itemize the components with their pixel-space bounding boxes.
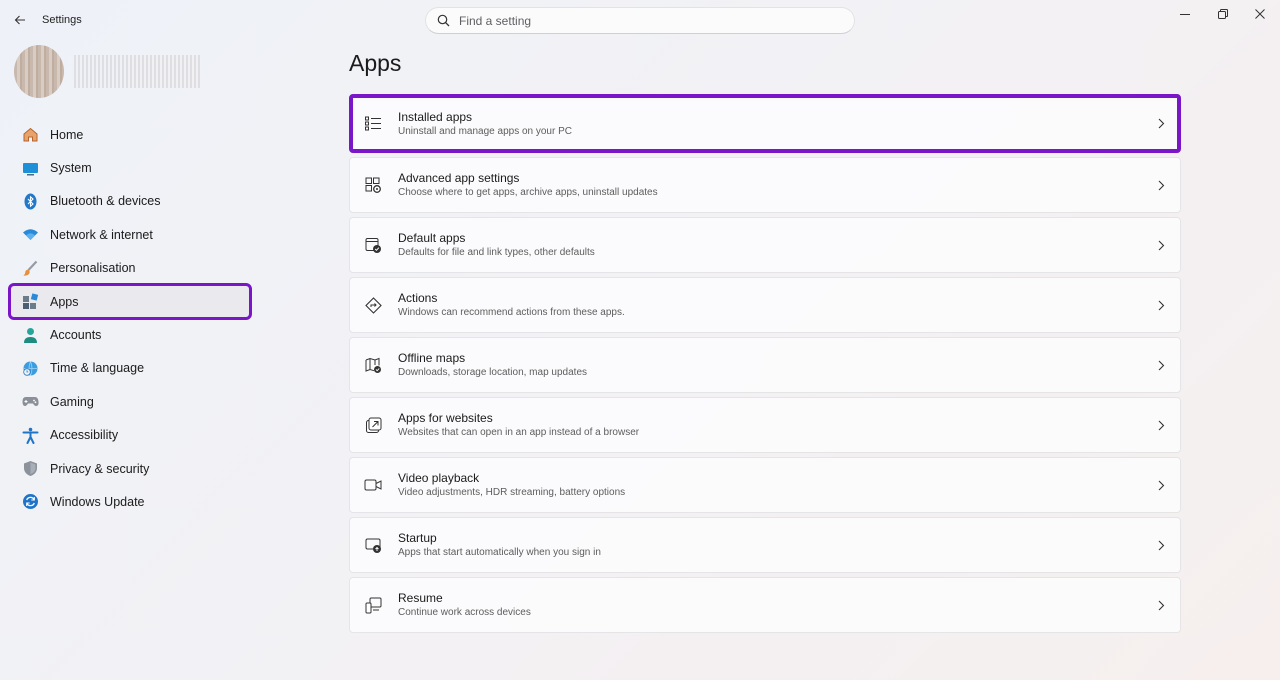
sidebar-item-label: Home [50, 127, 84, 142]
settings-list: Installed apps Uninstall and manage apps… [349, 94, 1181, 637]
sidebar-item-privacy[interactable]: Privacy & security [10, 452, 250, 485]
close-button[interactable] [1247, 6, 1273, 22]
chevron-right-icon [1156, 118, 1166, 130]
chevron-right-icon [1156, 419, 1166, 431]
resume-icon [364, 596, 382, 614]
card-title: Actions [398, 291, 438, 305]
card-title: Startup [398, 531, 437, 545]
card-title: Default apps [398, 231, 466, 245]
page-title: Apps [349, 50, 402, 76]
accessibility-icon [22, 427, 39, 444]
card-title: Installed apps [398, 109, 473, 124]
apps-for-websites-card[interactable]: Apps for websites Websites that can open… [349, 397, 1181, 453]
card-subtitle: Downloads, storage location, map updates [398, 367, 588, 378]
sidebar-item-time-language[interactable]: Time & language [10, 352, 250, 385]
close-icon [1255, 9, 1265, 19]
open-external-icon [364, 416, 382, 434]
card-subtitle: Defaults for file and link types, other … [398, 247, 595, 258]
card-subtitle: Websites that can open in an app instead… [398, 427, 640, 438]
sidebar-item-label: Windows Update [50, 494, 145, 509]
sidebar-item-label: Personalisation [50, 261, 136, 276]
search-icon [436, 14, 450, 28]
resume-card[interactable]: Resume Continue work across devices [349, 577, 1181, 633]
actions-icon [364, 296, 382, 314]
card-title: Apps for websites [398, 411, 493, 425]
chevron-right-icon [1156, 239, 1166, 251]
actions-card[interactable]: Actions Windows can recommend actions fr… [349, 277, 1181, 333]
chevron-right-icon [1156, 599, 1166, 611]
sidebar-item-personalisation[interactable]: Personalisation [10, 252, 250, 285]
offline-maps-card[interactable]: Offline maps Downloads, storage location… [349, 337, 1181, 393]
sidebar-item-windows-update[interactable]: Windows Update [10, 485, 250, 518]
card-title: Offline maps [398, 351, 466, 365]
app-settings-icon [364, 176, 382, 194]
video-playback-card[interactable]: Video playback Video adjustments, HDR st… [349, 457, 1181, 513]
sidebar-item-gaming[interactable]: Gaming [10, 385, 250, 418]
card-title: Video playback [398, 471, 480, 485]
chevron-right-icon [1156, 179, 1166, 191]
map-icon [364, 356, 382, 374]
card-subtitle: Apps that start automatically when you s… [398, 547, 601, 558]
sidebar-item-label: System [50, 161, 92, 176]
default-apps-card[interactable]: Default apps Defaults for file and link … [349, 217, 1181, 273]
sidebar-item-accounts[interactable]: Accounts [10, 318, 250, 351]
sidebar-item-system[interactable]: System [10, 151, 250, 184]
sidebar-item-label: Apps [50, 294, 79, 309]
sidebar-item-label: Privacy & security [50, 461, 150, 476]
sidebar-item-accessibility[interactable]: Accessibility [10, 419, 250, 452]
list-icon [364, 115, 382, 133]
card-title: Advanced app settings [398, 171, 520, 185]
card-subtitle: Uninstall and manage apps on your PC [398, 125, 572, 137]
bluetooth-icon [22, 193, 39, 210]
installed-apps-card[interactable]: Installed apps Uninstall and manage apps… [349, 94, 1181, 153]
home-icon [22, 126, 39, 143]
default-apps-icon [364, 236, 382, 254]
title-bar: Settings [0, 0, 1280, 40]
system-icon [22, 160, 39, 177]
advanced-app-settings-card[interactable]: Advanced app settings Choose where to ge… [349, 157, 1181, 213]
card-subtitle: Choose where to get apps, archive apps, … [398, 187, 658, 198]
card-subtitle: Continue work across devices [398, 607, 531, 618]
back-arrow-icon [14, 15, 25, 25]
apps-icon [22, 293, 39, 310]
sidebar-item-label: Accessibility [50, 428, 119, 443]
sidebar-item-label: Accounts [50, 328, 102, 343]
sidebar-item-label: Network & internet [50, 227, 153, 242]
search-input[interactable] [459, 13, 839, 28]
update-icon [22, 493, 39, 510]
sidebar-nav: Home System Bluetooth & devices Network … [8, 118, 252, 519]
video-icon [364, 476, 382, 494]
startup-icon [364, 536, 382, 554]
chevron-right-icon [1156, 539, 1166, 551]
avatar[interactable] [14, 45, 64, 98]
chevron-right-icon [1156, 359, 1166, 371]
sidebar-item-bluetooth[interactable]: Bluetooth & devices [10, 185, 250, 218]
wifi-icon [22, 226, 39, 243]
sidebar-item-network[interactable]: Network & internet [10, 218, 250, 251]
search-box[interactable] [425, 7, 855, 34]
sidebar-item-home[interactable]: Home [10, 118, 250, 151]
sidebar-item-label: Gaming [50, 394, 94, 409]
back-button[interactable] [10, 10, 30, 30]
card-subtitle: Windows can recommend actions from these… [398, 307, 625, 318]
chevron-right-icon [1156, 479, 1166, 491]
sidebar-item-label: Bluetooth & devices [50, 194, 161, 209]
gamepad-icon [22, 393, 39, 410]
card-title: Resume [398, 591, 443, 605]
sidebar-item-apps[interactable]: Apps [8, 282, 252, 321]
restore-button[interactable] [1210, 6, 1236, 22]
window-title: Settings [42, 14, 82, 26]
brush-icon [22, 260, 39, 277]
card-subtitle: Video adjustments, HDR streaming, batter… [398, 487, 626, 498]
chevron-right-icon [1156, 299, 1166, 311]
profile-name-blurred [74, 55, 200, 88]
startup-card[interactable]: Startup Apps that start automatically wh… [349, 517, 1181, 573]
sidebar-item-label: Time & language [50, 361, 145, 376]
globe-clock-icon [22, 360, 39, 377]
minimize-button[interactable] [1172, 6, 1198, 22]
person-icon [22, 327, 39, 344]
restore-icon [1218, 9, 1228, 19]
shield-icon [22, 460, 39, 477]
minimize-icon [1180, 14, 1190, 15]
